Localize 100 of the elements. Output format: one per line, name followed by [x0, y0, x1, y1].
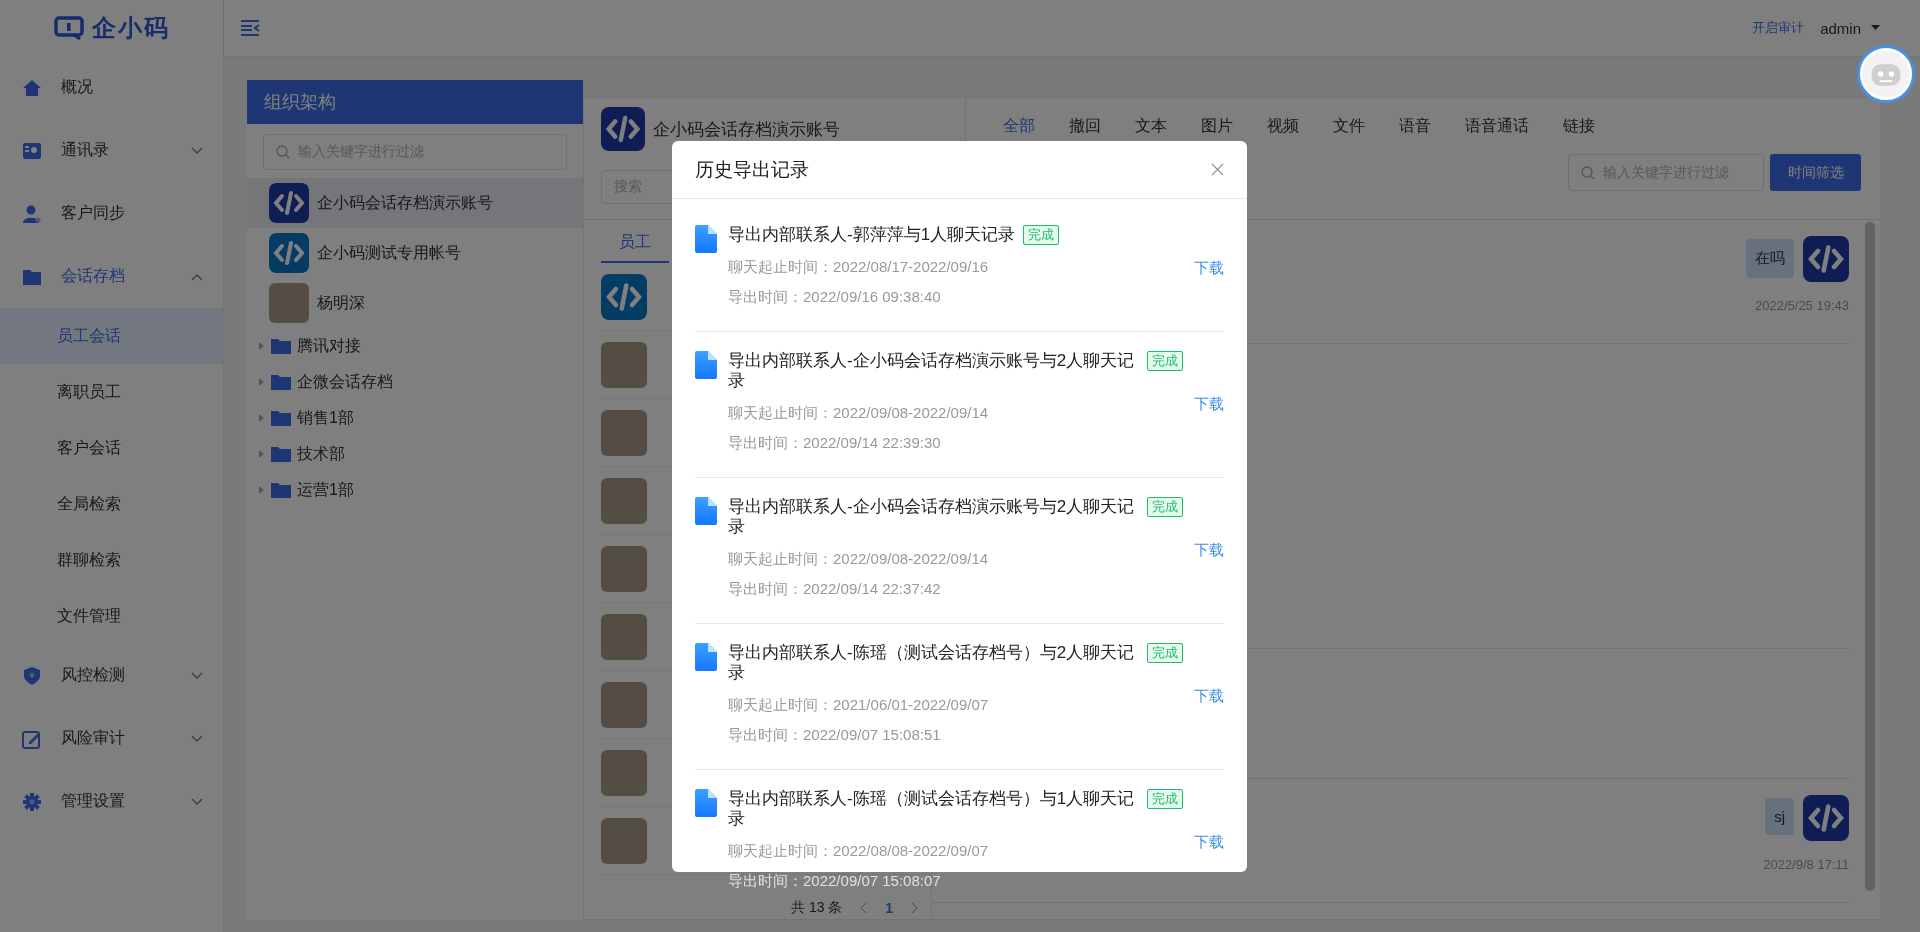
sidebar-item[interactable]: 概况 — [0, 56, 223, 119]
tree-item[interactable]: 销售1部 — [247, 400, 583, 436]
sidebar-item[interactable]: 管理设置 — [0, 770, 223, 833]
record-title: 导出内部联系人-陈瑶（测试会话存档号）与2人聊天记录 — [728, 643, 1136, 683]
code-logo-icon — [601, 107, 645, 151]
export-time: 导出时间：2022/09/16 09:38:40 — [728, 287, 942, 307]
record-title: 导出内部联系人-陈瑶（测试会话存档号）与1人聊天记录 — [728, 789, 1136, 829]
photo-placeholder — [601, 613, 647, 660]
account-name: 企小码会话存档演示账号 — [653, 118, 840, 141]
scrollbar[interactable] — [1865, 222, 1875, 891]
file-icon — [695, 643, 717, 671]
submenu-item[interactable]: 员工会话 — [0, 308, 223, 364]
file-icon — [695, 351, 717, 379]
list-tab[interactable]: 员工 — [601, 220, 669, 263]
page-number[interactable]: 1 — [885, 900, 894, 916]
next-icon[interactable] — [911, 902, 919, 914]
status-tag: 完成 — [1147, 643, 1183, 663]
chat-range: 聊天起止时间：2022/09/08-2022/09/14 — [728, 403, 990, 423]
filter-tab[interactable]: 链接 — [1546, 115, 1612, 137]
record-title: 导出内部联系人-企小码会话存档演示账号与2人聊天记录 — [728, 351, 1136, 391]
filter-tab[interactable]: 语音通话 — [1448, 115, 1546, 137]
submenu-item[interactable]: 客户会话 — [0, 420, 223, 476]
submenu-item[interactable]: 群聊检索 — [0, 532, 223, 588]
sidebar-item[interactable]: 会话存档 — [0, 245, 223, 308]
chat-range: 聊天起止时间：2022/08/08-2022/09/07 — [728, 841, 990, 861]
download-link[interactable]: 下载 — [1194, 395, 1224, 414]
account-item[interactable]: 企小码测试专用帐号 — [247, 228, 583, 278]
time-filter-button[interactable]: 时间筛选 — [1770, 154, 1861, 191]
sidebar-item[interactable]: 风险审计 — [0, 707, 223, 770]
account-item[interactable]: 杨明深 — [247, 278, 583, 328]
export-time: 导出时间：2022/09/07 15:08:51 — [728, 725, 942, 745]
export-time: 导出时间：2022/09/14 22:37:42 — [728, 579, 942, 599]
folder-icon — [271, 338, 291, 354]
caret-icon[interactable] — [1871, 25, 1880, 31]
download-link[interactable]: 下载 — [1194, 687, 1224, 706]
folder-icon — [271, 410, 291, 426]
menu-icon — [22, 140, 42, 161]
status-tag: 完成 — [1147, 497, 1183, 517]
user-name[interactable]: admin — [1820, 19, 1861, 37]
logo-icon — [53, 16, 84, 40]
menu-icon — [22, 791, 42, 812]
file-icon — [695, 225, 717, 253]
code-logo-icon — [269, 233, 309, 273]
close-icon[interactable] — [1211, 163, 1224, 176]
tree-item[interactable]: 运营1部 — [247, 472, 583, 508]
photo-placeholder — [601, 477, 647, 524]
code-logo-icon — [269, 183, 309, 223]
filter-tab[interactable]: 视频 — [1250, 115, 1316, 137]
submenu-item[interactable]: 全局检索 — [0, 476, 223, 532]
prev-icon[interactable] — [860, 902, 868, 914]
sidebar-item[interactable]: 风控检测 — [0, 644, 223, 707]
search-icon — [276, 145, 290, 159]
tree-item[interactable]: 技术部 — [247, 436, 583, 472]
folder-icon — [271, 374, 291, 390]
photo-placeholder — [601, 749, 647, 796]
total-count: 共 13 条 — [791, 899, 843, 917]
filter-tab[interactable]: 全部 — [986, 115, 1052, 137]
sidebar-item[interactable]: 通讯录 — [0, 119, 223, 182]
audit-link[interactable]: 开启审计 — [1752, 19, 1805, 37]
account-item[interactable]: 企小码会话存档演示账号 — [247, 178, 583, 228]
menu-fold-icon[interactable] — [240, 20, 260, 36]
filter-tab[interactable]: 语音 — [1382, 115, 1448, 137]
photo-placeholder — [601, 681, 647, 728]
submenu-item[interactable]: 离职员工 — [0, 364, 223, 420]
code-logo-icon — [1803, 795, 1849, 841]
code-logo-icon — [1803, 236, 1849, 282]
chat-range: 聊天起止时间：2021/06/01-2022/09/07 — [728, 695, 990, 715]
filter-tab[interactable]: 文本 — [1118, 115, 1184, 137]
export-time: 导出时间：2022/09/07 15:08:07 — [728, 871, 942, 891]
filter-tab[interactable]: 撤回 — [1052, 115, 1118, 137]
folder-icon — [271, 482, 291, 498]
menu-icon — [22, 203, 42, 224]
photo-placeholder — [601, 817, 647, 864]
photo-placeholder — [269, 283, 309, 323]
photo-placeholder — [601, 545, 647, 592]
download-link[interactable]: 下载 — [1194, 833, 1224, 852]
message-bubble: sj — [1765, 798, 1794, 835]
file-icon — [695, 497, 717, 525]
status-tag: 完成 — [1023, 225, 1060, 245]
file-icon — [695, 789, 717, 817]
code-logo-icon — [601, 273, 647, 320]
download-link[interactable]: 下载 — [1194, 541, 1224, 560]
sidebar-item[interactable]: 客户同步 — [0, 182, 223, 245]
panel-title: 组织架构 — [247, 80, 583, 124]
filter-tab[interactable]: 图片 — [1184, 115, 1250, 137]
chat-range: 聊天起止时间：2022/09/08-2022/09/14 — [728, 549, 990, 569]
record-title: 导出内部联系人-企小码会话存档演示账号与2人聊天记录 — [728, 497, 1136, 537]
tree-item[interactable]: 企微会话存档 — [247, 364, 583, 400]
menu-icon — [22, 728, 42, 749]
download-link[interactable]: 下载 — [1194, 259, 1224, 278]
dialog-title: 历史导出记录 — [695, 157, 809, 182]
photo-placeholder — [601, 341, 647, 388]
submenu-item[interactable]: 文件管理 — [0, 588, 223, 644]
status-tag: 完成 — [1147, 789, 1183, 809]
filter-tab[interactable]: 文件 — [1316, 115, 1382, 137]
export-time: 导出时间：2022/09/14 22:39:30 — [728, 433, 942, 453]
record-title: 导出内部联系人-郭萍萍与1人聊天记录 — [728, 225, 1016, 245]
chat-range: 聊天起止时间：2022/08/17-2022/09/16 — [728, 257, 990, 277]
tree-item[interactable]: 腾讯对接 — [247, 328, 583, 364]
message-bubble: 在吗 — [1746, 239, 1794, 278]
